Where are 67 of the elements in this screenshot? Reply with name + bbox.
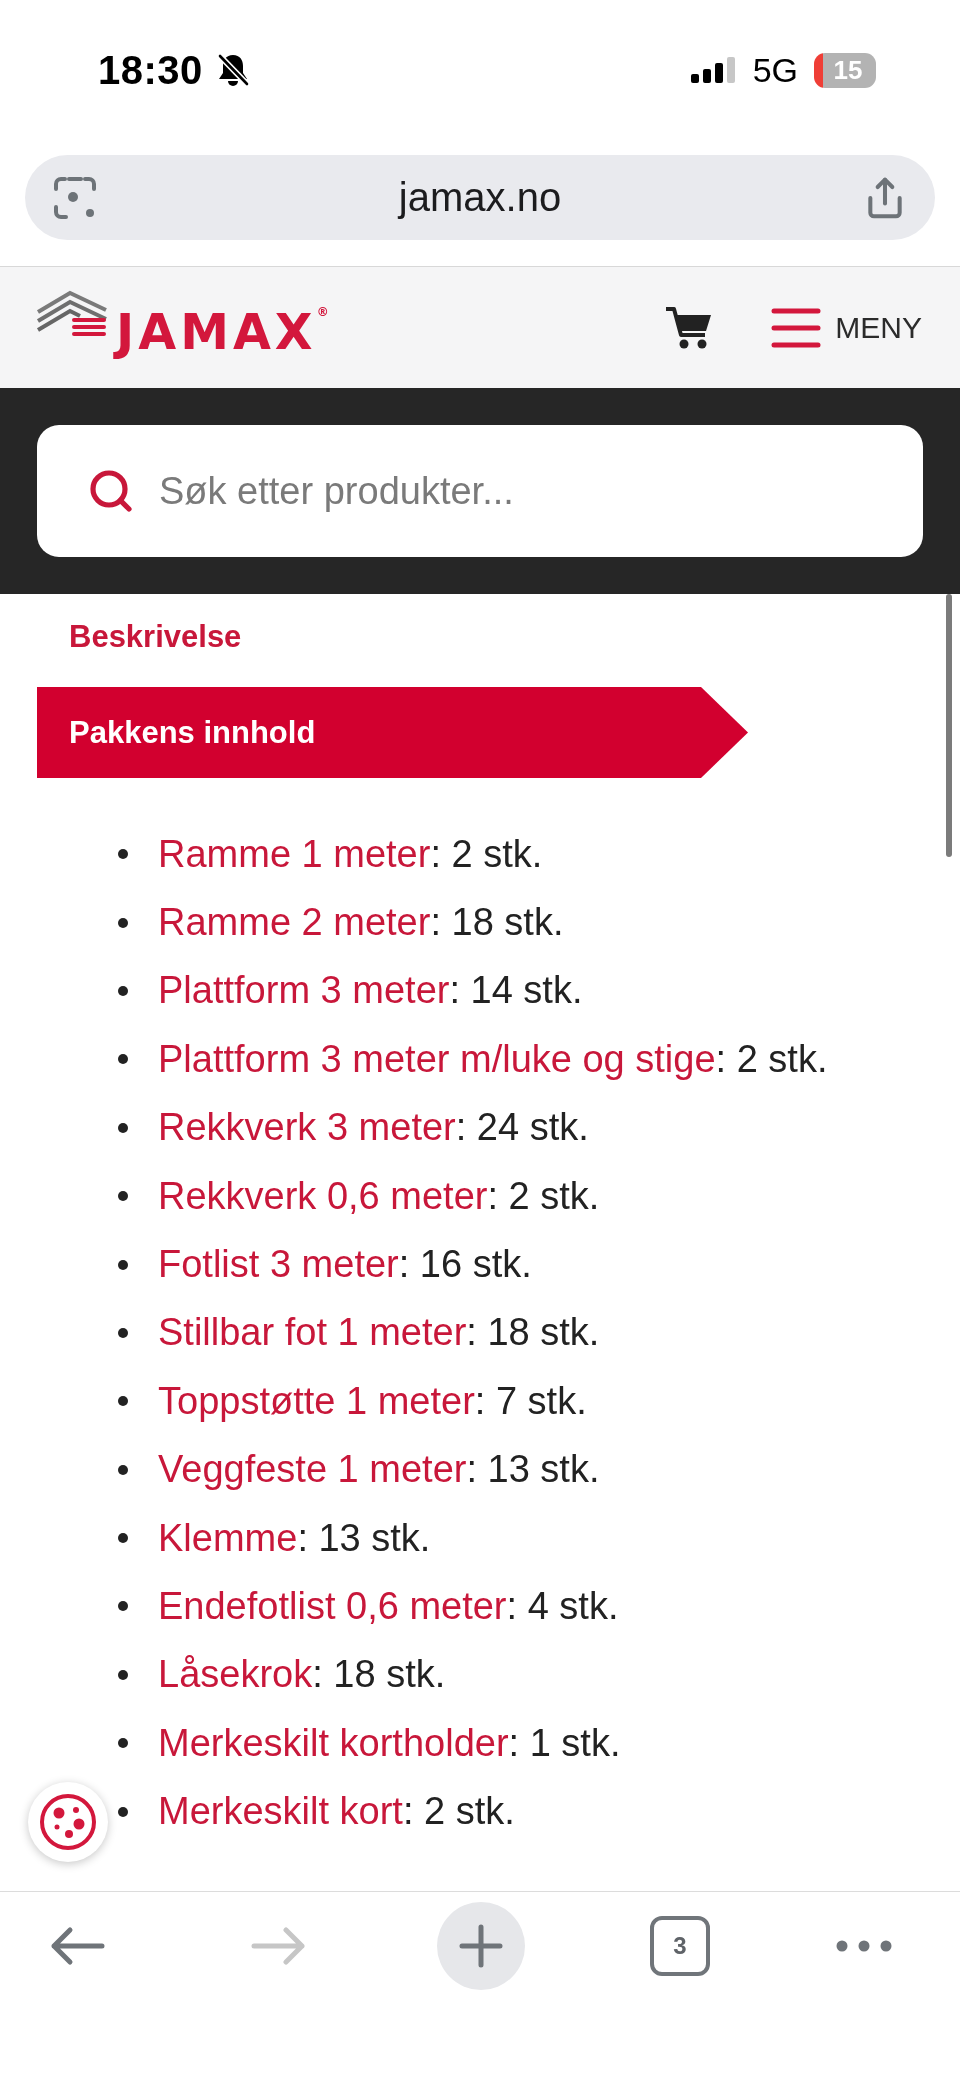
product-link[interactable]: Rekkverk 0,6 meter [158, 1174, 488, 1217]
bullet-icon [118, 917, 128, 928]
cart-icon[interactable] [665, 304, 714, 351]
bullet-icon [118, 1122, 128, 1133]
url-text: jamax.no [398, 175, 562, 220]
content-item: Plattform 3 meter m/luke og stige: 2 stk. [158, 1037, 828, 1081]
bullet-icon [118, 1533, 128, 1544]
battery-indicator: 15 [814, 52, 876, 88]
product-link[interactable]: Plattform 3 meter [158, 969, 450, 1012]
product-link[interactable]: Plattform 3 meter m/luke og stige [158, 1037, 716, 1080]
content-item: Ramme 2 meter: 18 stk. [158, 901, 564, 945]
roof-emblem-icon [36, 290, 108, 336]
menu-button[interactable]: MENY [771, 306, 922, 349]
content-item: Merkeskilt kort: 2 stk. [158, 1790, 515, 1834]
cookie-button[interactable] [28, 1782, 108, 1862]
product-link[interactable]: Merkeskilt kort [158, 1790, 403, 1833]
search-icon [87, 467, 135, 515]
bullet-icon [118, 1054, 128, 1065]
product-link[interactable]: Låsekrok [158, 1653, 313, 1696]
content-item: Rekkverk 3 meter: 24 stk. [158, 1106, 589, 1150]
network-label: 5G [752, 50, 798, 90]
content-item: Ramme 1 meter: 2 stk. [158, 832, 543, 876]
signal-icon [690, 57, 737, 83]
bullet-icon [118, 1669, 128, 1680]
bullet-icon [118, 1738, 128, 1749]
content-item: Rekkverk 0,6 meter: 2 stk. [158, 1174, 600, 1218]
plus-icon [459, 1924, 503, 1968]
content-item: Plattform 3 meter: 14 stk. [158, 969, 583, 1013]
product-link[interactable]: Ramme 1 meter [158, 832, 431, 875]
cookie-icon [39, 1793, 97, 1851]
product-link[interactable]: Fotlist 3 meter [158, 1243, 399, 1286]
tab[interactable]: Beskrivelse [37, 610, 258, 664]
product-link[interactable]: Veggfeste 1 meter [158, 1448, 467, 1491]
content-item: Fotlist 3 meter: 16 stk. [158, 1243, 532, 1287]
tab-count-button[interactable]: 3 [650, 1916, 710, 1976]
address-bar[interactable]: jamax.no [25, 155, 935, 240]
bell-off-icon [216, 53, 249, 87]
product-link[interactable]: Endefotlist 0,6 meter [158, 1585, 507, 1627]
clock-time: 18:30 [98, 47, 203, 93]
content-item: Stillbar fot 1 meter: 18 stk. [158, 1311, 600, 1355]
content-item: Toppstøtte 1 meter: 7 stk. [158, 1379, 587, 1423]
tab[interactable]: Pakkens innhold [37, 687, 748, 778]
search-field[interactable]: Søk etter produkter... [37, 425, 923, 557]
product-link[interactable]: Ramme 2 meter [158, 901, 431, 944]
product-link[interactable]: Toppstøtte 1 meter [158, 1379, 475, 1422]
product-link[interactable]: Rekkverk 3 meter [158, 1106, 456, 1149]
content-item: Merkeskilt kortholder: 1 stk. [158, 1721, 621, 1765]
product-link[interactable]: Merkeskilt kortholder [158, 1721, 509, 1764]
bullet-icon [118, 1191, 128, 1202]
product-link[interactable]: Klemme [158, 1516, 298, 1559]
bullet-icon [118, 1396, 128, 1407]
bullet-icon [118, 849, 128, 860]
back-arrow-icon[interactable] [49, 1926, 105, 1966]
content-item: Endefotlist 0,6 meter: 4 stk. [158, 1585, 619, 1628]
content-item: Veggfeste 1 meter: 13 stk. [158, 1448, 600, 1492]
scan-icon[interactable] [52, 174, 98, 221]
bullet-icon [118, 1327, 128, 1338]
bullet-icon [118, 1259, 128, 1270]
bullet-icon [118, 1464, 128, 1475]
product-link[interactable]: Stillbar fot 1 meter [158, 1311, 467, 1354]
more-icon[interactable] [836, 1940, 892, 1952]
menu-icon [771, 306, 822, 349]
bullet-icon [118, 1806, 128, 1817]
content-item: Klemme: 13 stk. [158, 1516, 431, 1560]
bullet-icon [118, 985, 128, 996]
bullet-icon [118, 1601, 128, 1612]
content-item: Låsekrok: 18 stk. [158, 1653, 446, 1697]
